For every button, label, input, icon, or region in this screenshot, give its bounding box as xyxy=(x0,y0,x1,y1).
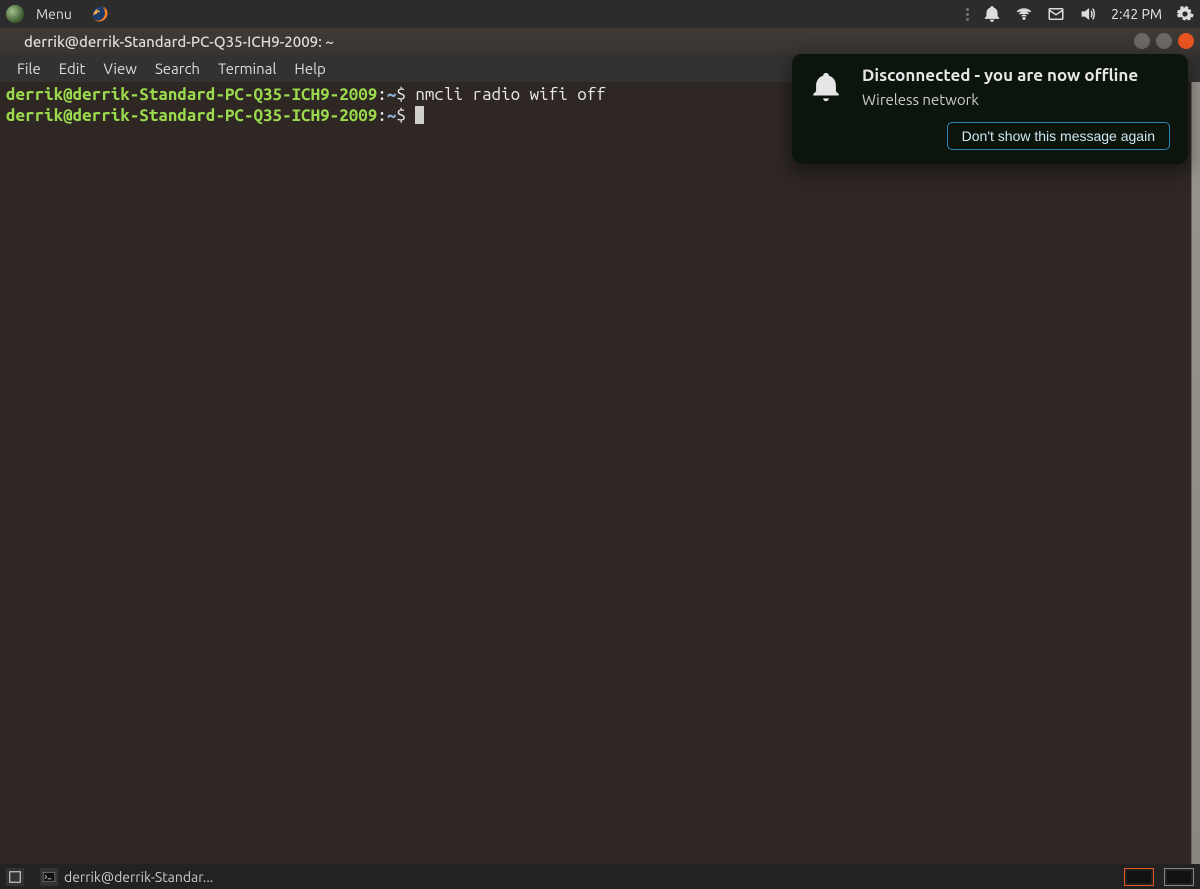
notification-bell-icon[interactable] xyxy=(983,5,1001,23)
top-panel: Menu 2:42 PM xyxy=(0,0,1200,28)
show-desktop-icon[interactable] xyxy=(6,868,24,886)
notification-dismiss-button[interactable]: Don't show this message again xyxy=(947,122,1170,150)
terminal-scrollbar[interactable] xyxy=(1191,82,1200,864)
command-text: nmcli radio wifi off xyxy=(415,85,605,104)
cursor-icon xyxy=(415,106,424,124)
notification-bell-large-icon xyxy=(806,66,846,150)
panel-tray: 2:42 PM xyxy=(966,5,1194,23)
menu-file[interactable]: File xyxy=(10,58,48,79)
prompt-userhost: derrik@derrik-Standard-PC-Q35-ICH9-2009 xyxy=(6,85,377,104)
maximize-button[interactable] xyxy=(1156,33,1172,49)
prompt-dollar: $ xyxy=(396,106,415,125)
menu-edit[interactable]: Edit xyxy=(52,58,93,79)
menu-search[interactable]: Search xyxy=(148,58,207,79)
notification-title: Disconnected - you are now offline xyxy=(862,66,1170,85)
bottom-taskbar: derrik@derrik-Standar... xyxy=(0,864,1200,889)
settings-gear-icon[interactable] xyxy=(1176,5,1194,23)
prompt-userhost: derrik@derrik-Standard-PC-Q35-ICH9-2009 xyxy=(6,106,377,125)
workspace-switcher-2[interactable] xyxy=(1164,868,1194,886)
notification-text: Disconnected - you are now offline Wirel… xyxy=(862,66,1170,150)
workspace-switcher-1[interactable] xyxy=(1124,868,1154,886)
prompt-colon: : xyxy=(377,106,387,125)
mail-icon[interactable] xyxy=(1047,5,1065,23)
wifi-icon[interactable] xyxy=(1015,5,1033,23)
terminal-icon xyxy=(40,868,58,886)
close-button[interactable] xyxy=(1178,33,1194,49)
prompt-path: ~ xyxy=(387,106,397,125)
menu-terminal[interactable]: Terminal xyxy=(211,58,283,79)
terminal-body[interactable]: derrik@derrik-Standard-PC-Q35-ICH9-2009:… xyxy=(0,82,1200,864)
prompt-dollar: $ xyxy=(396,85,415,104)
taskbar-entry-label: derrik@derrik-Standar... xyxy=(64,869,213,885)
volume-icon[interactable] xyxy=(1079,5,1097,23)
minimize-button[interactable] xyxy=(1134,33,1150,49)
clock[interactable]: 2:42 PM xyxy=(1111,6,1162,22)
notification-body: Wireless network xyxy=(862,91,1170,108)
prompt-path: ~ xyxy=(387,85,397,104)
distro-logo-icon[interactable] xyxy=(6,5,24,23)
taskbar-entry-terminal[interactable]: derrik@derrik-Standar... xyxy=(34,867,219,887)
window-titlebar[interactable]: derrik@derrik-Standard-PC-Q35-ICH9-2009:… xyxy=(0,28,1200,54)
menu-button[interactable]: Menu xyxy=(36,6,72,22)
panel-left: Menu xyxy=(6,4,110,24)
window-buttons xyxy=(1134,33,1194,49)
panel-separator-icon xyxy=(966,8,969,21)
firefox-icon[interactable] xyxy=(90,4,110,24)
menu-help[interactable]: Help xyxy=(287,58,332,79)
menu-view[interactable]: View xyxy=(96,58,144,79)
prompt-colon: : xyxy=(377,85,387,104)
notification-popup: Disconnected - you are now offline Wirel… xyxy=(792,54,1188,164)
window-title: derrik@derrik-Standard-PC-Q35-ICH9-2009:… xyxy=(24,33,334,50)
